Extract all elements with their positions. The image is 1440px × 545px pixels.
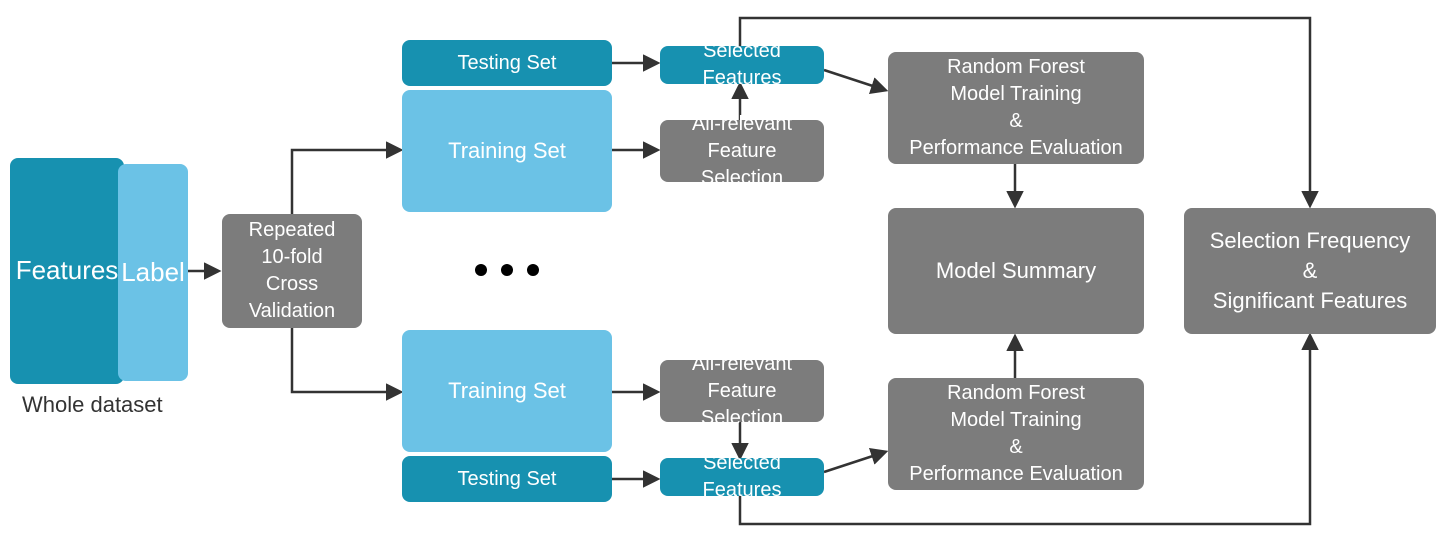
cv-box: Repeated 10-fold Cross Validation	[222, 214, 362, 328]
top-rf-box: Random Forest Model Training & Performan…	[888, 52, 1144, 164]
bot-rf-box: Random Forest Model Training & Performan…	[888, 378, 1144, 490]
sel-freq-box: Selection Frequency & Significant Featur…	[1184, 208, 1436, 334]
label-box: Label	[118, 164, 188, 381]
sel-freq-text: Selection Frequency & Significant Featur…	[1210, 226, 1411, 315]
top-training-label: Training Set	[448, 136, 566, 166]
cv-text: Repeated 10-fold Cross Validation	[228, 217, 356, 325]
top-training-box: Training Set	[402, 90, 612, 212]
features-box: Features	[10, 158, 124, 384]
top-feature-sel-box: All-relevant Feature Selection	[660, 120, 824, 182]
arrow-cv-bottom	[292, 328, 400, 392]
bot-training-box: Training Set	[402, 330, 612, 452]
top-selected-text: Selected Features	[666, 38, 818, 92]
arrow-cv-top	[292, 150, 400, 214]
bot-feature-sel-box: All-relevant Feature Selection	[660, 360, 824, 422]
bot-feature-sel-text: All-relevant Feature Selection	[666, 351, 818, 432]
top-testing-label: Testing Set	[458, 50, 557, 77]
bot-rf-text: Random Forest Model Training & Performan…	[909, 380, 1122, 488]
ellipsis-dots	[475, 264, 539, 276]
arrow-top-sel-rf	[824, 70, 885, 90]
summary-text: Model Summary	[936, 256, 1096, 286]
summary-box: Model Summary	[888, 208, 1144, 334]
bot-training-label: Training Set	[448, 376, 566, 406]
top-selected-box: Selected Features	[660, 46, 824, 84]
top-feature-sel-text: All-relevant Feature Selection	[666, 111, 818, 192]
bot-testing-label: Testing Set	[458, 466, 557, 493]
bot-selected-box: Selected Features	[660, 458, 824, 496]
features-label: Features	[16, 253, 119, 288]
whole-dataset-caption: Whole dataset	[22, 392, 163, 418]
label-label: Label	[121, 255, 185, 290]
top-testing-box: Testing Set	[402, 40, 612, 86]
bot-testing-box: Testing Set	[402, 456, 612, 502]
top-rf-text: Random Forest Model Training & Performan…	[909, 54, 1122, 162]
arrow-bot-sel-rf	[824, 452, 885, 472]
bot-selected-text: Selected Features	[666, 450, 818, 504]
